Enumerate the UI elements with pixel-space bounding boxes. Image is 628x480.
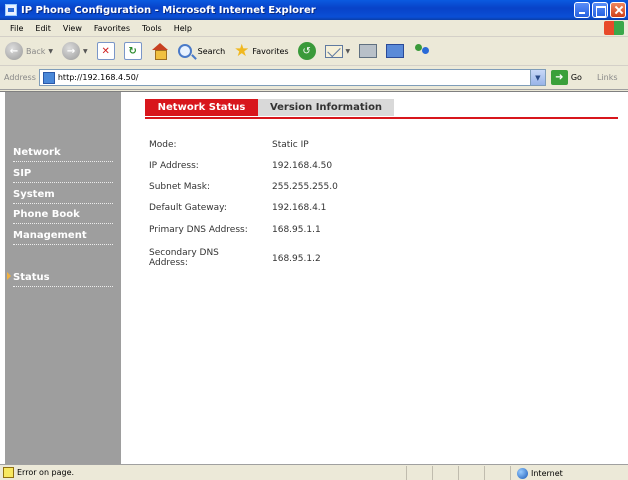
address-dropdown-icon[interactable]: ▼ <box>529 70 545 85</box>
sidebar-item-label: System <box>13 189 55 200</box>
forward-dropdown-icon[interactable]: ▼ <box>83 48 88 55</box>
zone-label: Internet <box>531 468 563 478</box>
history-icon: ↺ <box>297 42 316 60</box>
menu-favorites[interactable]: Favorites <box>88 24 136 33</box>
window-title: IP Phone Configuration - Microsoft Inter… <box>21 4 316 16</box>
menu-view[interactable]: View <box>57 24 88 33</box>
refresh-button[interactable]: ↻ <box>122 39 144 63</box>
messenger-button[interactable] <box>411 39 433 63</box>
home-icon <box>151 42 169 60</box>
menu-edit[interactable]: Edit <box>29 24 57 33</box>
status-label: Mode: <box>149 140 177 150</box>
error-icon[interactable] <box>3 467 14 478</box>
stop-icon: ✕ <box>96 42 115 60</box>
back-button[interactable]: ← Back ▼ <box>3 39 55 63</box>
status-label: IP Address: <box>149 161 199 171</box>
sidebar-item-sip[interactable]: SIP <box>13 168 113 183</box>
address-label: Address <box>4 73 36 82</box>
sidebar-item-phone-book[interactable]: Phone Book <box>13 209 113 224</box>
mail-icon <box>324 44 343 58</box>
address-bar: Address http://192.168.4.50/ ▼ ➜ Go Link… <box>0 66 628 90</box>
go-button[interactable]: Go <box>571 73 582 82</box>
window-titlebar: IP Phone Configuration - Microsoft Inter… <box>0 0 628 20</box>
sidebar-item-label: Status <box>13 272 50 283</box>
page-icon <box>42 71 55 84</box>
stop-button[interactable]: ✕ <box>95 39 117 63</box>
maximize-button[interactable] <box>592 2 608 18</box>
search-button[interactable]: Search <box>176 39 227 63</box>
status-panel <box>406 466 432 480</box>
menu-help[interactable]: Help <box>168 24 198 33</box>
status-bar: Error on page. Internet <box>0 464 628 480</box>
forward-button[interactable]: → ▼ <box>60 39 90 63</box>
close-button[interactable] <box>610 2 626 18</box>
print-button[interactable] <box>357 39 379 63</box>
back-dropdown-icon[interactable]: ▼ <box>48 48 53 55</box>
status-panel <box>484 466 510 480</box>
mail-dropdown-icon[interactable]: ▼ <box>346 48 351 55</box>
forward-arrow-icon: → <box>62 42 81 60</box>
tab-version-information[interactable]: Version Information <box>258 99 394 116</box>
status-value: 192.168.4.1 <box>272 203 327 213</box>
status-value: 168.95.1.1 <box>272 225 321 235</box>
menu-bar: File Edit View Favorites Tools Help <box>0 20 628 37</box>
status-panels: Internet <box>406 466 628 480</box>
sidebar-item-label: Phone Book <box>13 209 80 220</box>
history-button[interactable]: ↺ <box>296 39 318 63</box>
refresh-icon: ↻ <box>123 42 142 60</box>
back-arrow-icon: ← <box>5 42 23 60</box>
menu-tools[interactable]: Tools <box>136 24 168 33</box>
status-panel <box>432 466 458 480</box>
tab-underline <box>145 117 618 119</box>
status-label: Default Gateway: <box>149 203 227 213</box>
back-label: Back <box>26 46 46 56</box>
print-icon <box>359 44 378 58</box>
tab-network-status[interactable]: Network Status <box>145 99 258 116</box>
sidebar-item-status[interactable]: Status <box>7 272 113 287</box>
window-controls <box>574 2 626 18</box>
search-label: Search <box>197 46 226 56</box>
windows-logo-icon <box>604 21 624 35</box>
status-value: 192.168.4.50 <box>272 161 333 171</box>
address-input[interactable]: http://192.168.4.50/ ▼ <box>38 69 546 86</box>
ie-page-icon <box>5 4 17 16</box>
edit-icon <box>386 44 405 58</box>
security-zone: Internet <box>510 466 628 480</box>
status-value: 168.95.1.2 <box>272 254 321 264</box>
home-button[interactable] <box>149 39 171 63</box>
sidebar: Network SIP System Phone Book Management… <box>5 92 121 465</box>
sidebar-item-management[interactable]: Management <box>13 230 113 245</box>
links-label[interactable]: Links <box>597 73 618 82</box>
status-value: 255.255.255.0 <box>272 182 338 192</box>
favorites-star-icon: ★ <box>234 40 250 61</box>
favorites-button[interactable]: ★ Favorites <box>232 39 290 63</box>
globe-icon <box>517 467 528 479</box>
status-label: Secondary DNS Address: <box>149 248 219 268</box>
sidebar-item-label: SIP <box>13 168 32 179</box>
favorites-label: Favorites <box>252 46 289 56</box>
menu-file[interactable]: File <box>4 24 29 33</box>
sidebar-item-label: Network <box>13 147 61 158</box>
minimize-button[interactable] <box>574 2 590 18</box>
status-label: Subnet Mask: <box>149 182 210 192</box>
active-arrow-icon <box>7 272 11 280</box>
status-label: Primary DNS Address: <box>149 225 248 235</box>
status-message[interactable]: Error on page. <box>17 468 74 477</box>
address-url: http://192.168.4.50/ <box>57 73 139 82</box>
edit-button[interactable] <box>384 39 406 63</box>
sidebar-item-label: Management <box>13 230 87 241</box>
page-viewport: Network SIP System Phone Book Management… <box>0 91 628 465</box>
mail-button[interactable]: ▼ <box>323 39 353 63</box>
status-value: Static IP <box>272 140 309 150</box>
sidebar-item-network[interactable]: Network <box>13 147 113 162</box>
status-panel <box>458 466 484 480</box>
go-arrow-icon[interactable]: ➜ <box>550 70 568 85</box>
tab-strip: Network Status Version Information <box>145 99 394 116</box>
sidebar-item-system[interactable]: System <box>13 189 113 204</box>
search-icon <box>177 44 192 58</box>
browser-toolbar: ← Back ▼ → ▼ ✕ ↻ Search ★ Favorites ↺ ▼ <box>0 37 628 66</box>
messenger-icon <box>413 42 431 60</box>
